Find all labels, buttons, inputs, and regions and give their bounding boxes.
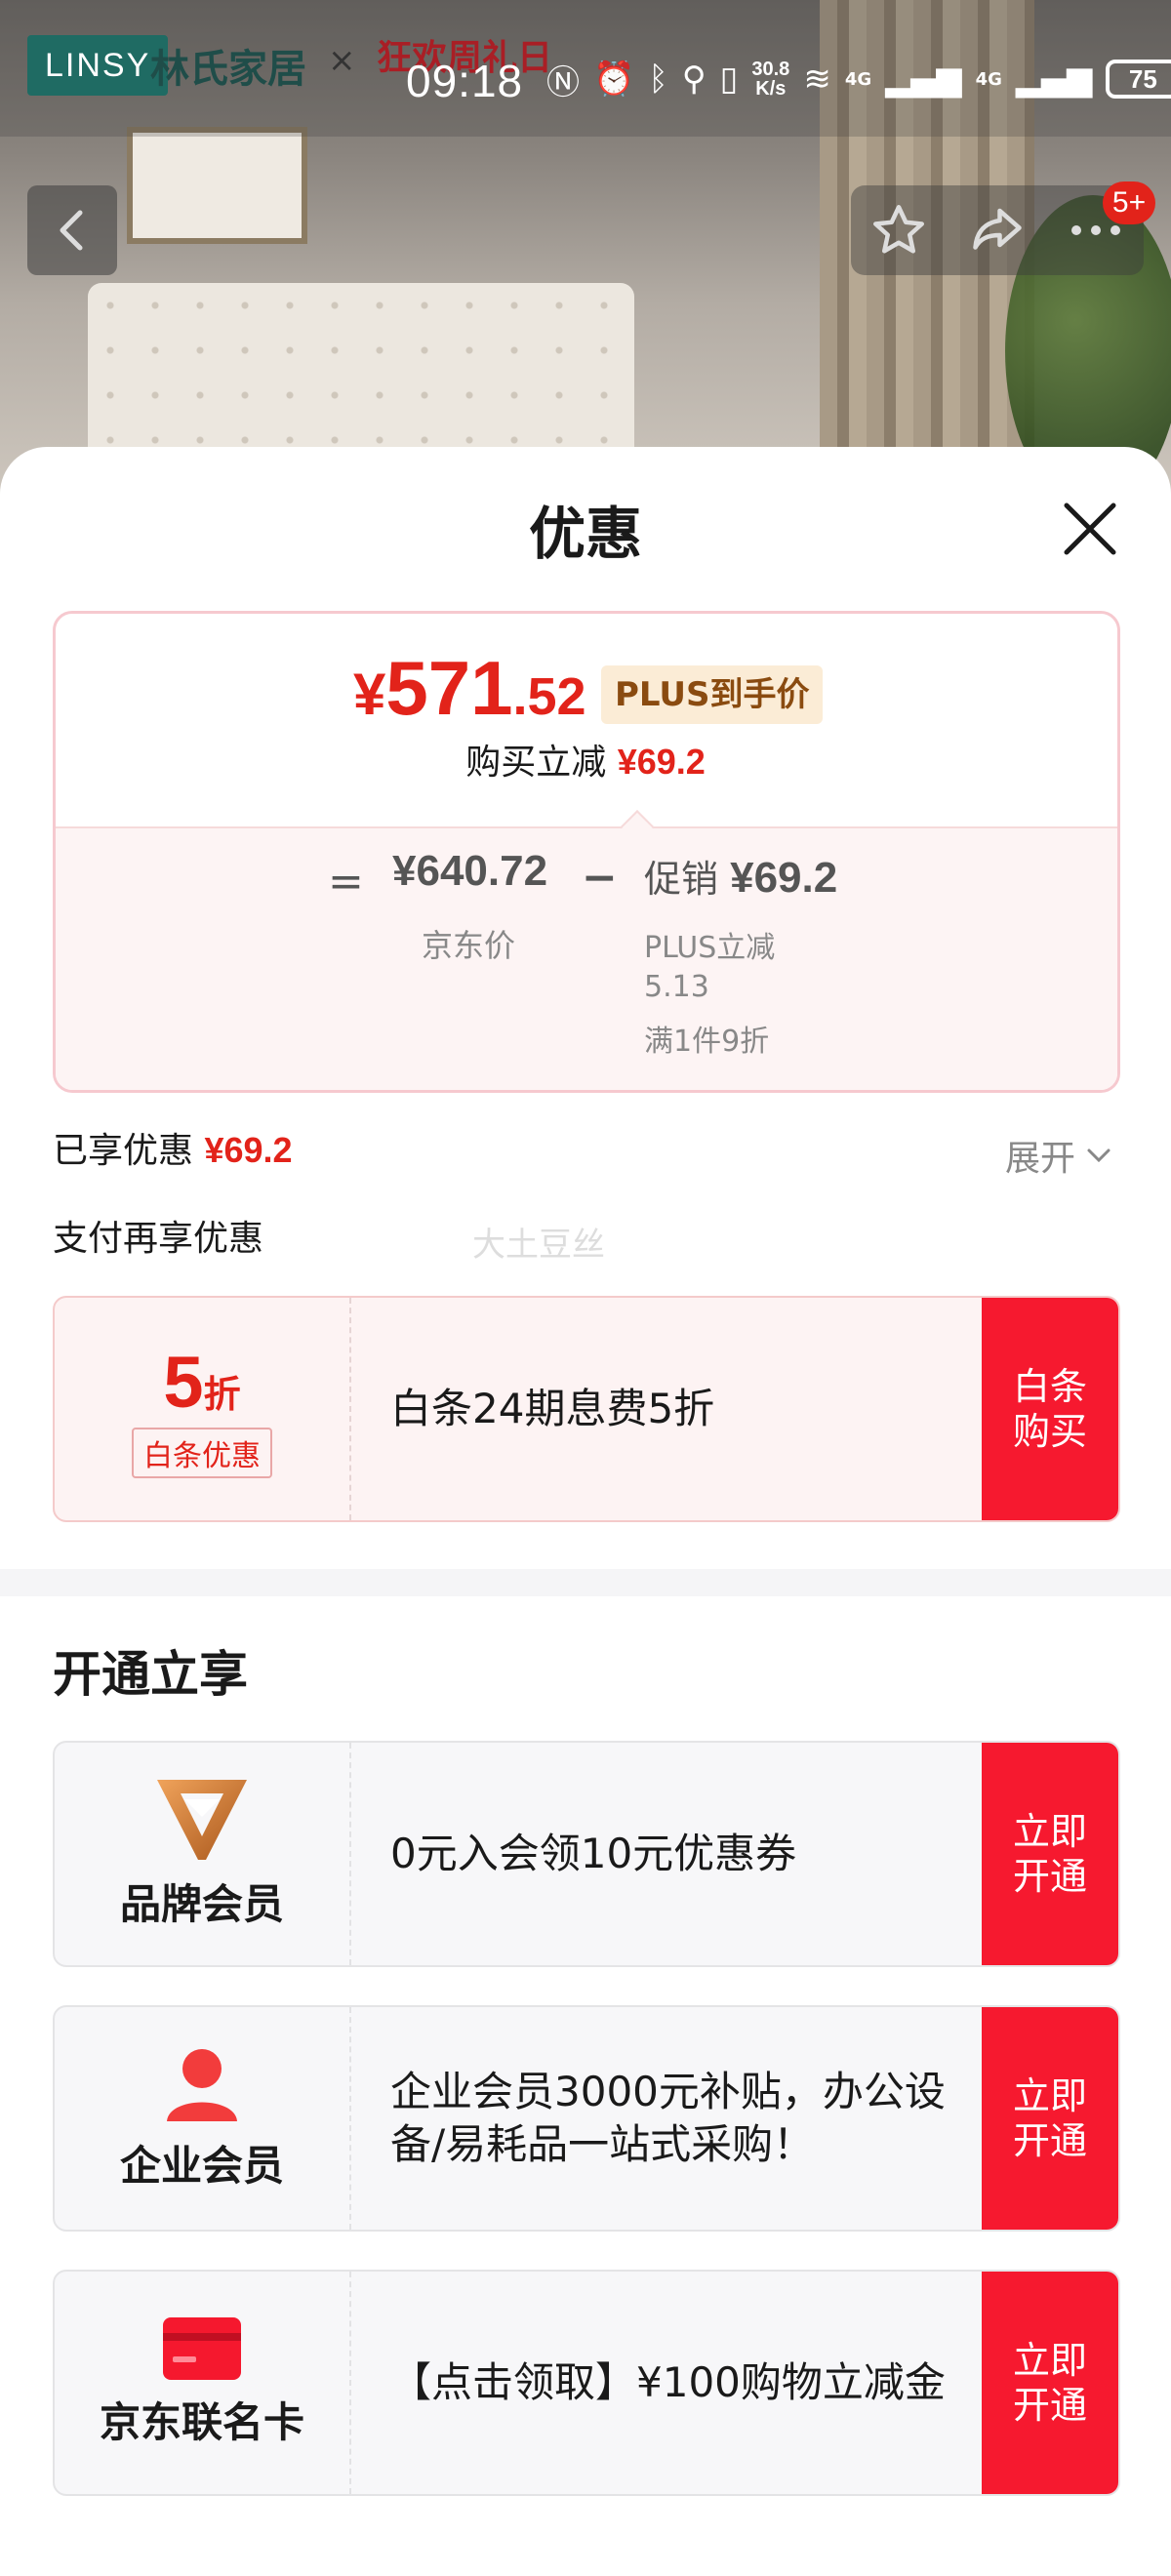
open-brand-member-button[interactable]: 立即 开通 xyxy=(982,1743,1118,1965)
alarm-icon: ⏰ xyxy=(593,60,635,99)
network-speed: 30.8 K/s xyxy=(751,60,789,99)
brand-v-icon xyxy=(157,1779,247,1860)
enjoyed-discount: 已享优惠 ¥69.2 xyxy=(53,1122,293,1173)
wifi-icon: ≋ xyxy=(803,60,831,99)
signal-1-label: 4G xyxy=(844,68,872,90)
card-description: 0元入会领10元优惠券 xyxy=(390,1830,797,1877)
brand-logo: LINSY xyxy=(27,35,169,96)
member-name: 京东联名卡 xyxy=(99,2397,304,2446)
status-icons: Ⓝ ⏰ ᛒ ⚲ ▯ 30.8 K/s ≋ 4G ▂▄▆ 4G ▂▄▆ 75 xyxy=(546,57,1171,102)
plus-price-tag: PLUS到手价 xyxy=(601,665,824,724)
star-icon[interactable] xyxy=(869,201,928,260)
brand-separator: × xyxy=(328,41,356,80)
brand-name: 林氏家居 xyxy=(150,47,306,92)
enjoyed-label: 已享优惠 xyxy=(53,1131,194,1171)
member-name: 品牌会员 xyxy=(119,1879,284,1928)
discount-unit: 折 xyxy=(203,1374,241,1416)
share-icon[interactable] xyxy=(966,201,1029,260)
watermark-text: 大土豆丝 xyxy=(472,1226,605,1265)
location-icon: ⚲ xyxy=(681,60,707,99)
enjoyed-amount: ¥69.2 xyxy=(204,1130,293,1170)
card-left: 企业会员 xyxy=(55,2007,351,2230)
coupon-description: 白条24期息费5折 xyxy=(390,1385,715,1432)
card-description: 【点击领取】¥100购物立减金 xyxy=(390,2358,946,2406)
close-icon[interactable] xyxy=(1059,498,1121,560)
signal-bars-1-icon: ▂▄▆ xyxy=(885,60,962,99)
reduce-label: 购买立减 xyxy=(465,743,607,783)
baitiao-tag: 白条优惠 xyxy=(132,1427,272,1478)
person-icon xyxy=(167,2048,237,2121)
price-breakdown-card xyxy=(53,611,1120,1093)
purchase-reduce-line: 购买立减 ¥69.2 xyxy=(0,734,1171,785)
discount-number: 5 xyxy=(163,1341,204,1423)
final-price: ¥571.52 xyxy=(353,644,586,733)
membership-section-title: 开通立享 xyxy=(53,1646,248,1703)
reduce-amount: ¥69.2 xyxy=(617,742,706,782)
promo-label: 促销 xyxy=(644,858,719,901)
jd-price-label: 京东价 xyxy=(422,927,516,964)
message-count-badge: 5+ xyxy=(1103,181,1155,224)
jd-cobrand-card[interactable]: 京东联名卡 【点击领取】¥100购物立减金 立即 开通 xyxy=(53,2270,1120,2496)
card-left: 京东联名卡 xyxy=(55,2272,351,2494)
vibrate-icon: ▯ xyxy=(719,60,739,99)
card-description: 企业会员3000元补贴，办公设备/易耗品一站式采购！ xyxy=(390,2068,946,2168)
promo-detail-plus: PLUS立减 5.13 xyxy=(644,929,775,1007)
coupon-left: 5折 白条优惠 xyxy=(55,1298,351,1520)
final-price-decimal: .52 xyxy=(512,667,586,726)
baitiao-buy-button[interactable]: 白条 购买 xyxy=(982,1298,1118,1520)
baitiao-coupon[interactable]: 5折 白条优惠 白条24期息费5折 白条 购买 xyxy=(53,1296,1120,1522)
jd-price-value: ¥640.72 xyxy=(392,847,548,895)
net-speed-value: 30.8 xyxy=(751,59,790,80)
chevron-down-icon xyxy=(1087,1148,1110,1163)
promo-plus-amount: 5.13 xyxy=(644,970,709,1004)
enterprise-member-card[interactable]: 企业会员 企业会员3000元补贴，办公设备/易耗品一站式采购！ 立即 开通 xyxy=(53,2005,1120,2232)
nfc-icon: Ⓝ xyxy=(546,62,580,102)
expand-label: 展开 xyxy=(1005,1139,1076,1179)
minus-sign: − xyxy=(582,853,618,903)
open-cobrand-card-button[interactable]: 立即 开通 xyxy=(982,2272,1118,2494)
back-button[interactable] xyxy=(27,185,117,275)
battery-indicator: 75 xyxy=(1106,60,1171,99)
pay-more-label: 支付再享优惠 xyxy=(53,1219,264,1259)
signal-2-label: 4G xyxy=(975,68,1002,90)
expand-button[interactable]: 展开 xyxy=(1005,1130,1112,1181)
section-divider xyxy=(0,1569,1171,1596)
signal-bars-2-icon: ▂▄▆ xyxy=(1015,60,1093,99)
promo-detail-discount: 满1件9折 xyxy=(644,1025,770,1059)
bluetooth-icon: ᛒ xyxy=(648,60,668,99)
equals-sign: = xyxy=(328,857,364,906)
member-name: 企业会员 xyxy=(119,2141,284,2190)
nav-actions xyxy=(851,185,1144,275)
final-price-integer: 571 xyxy=(385,645,513,731)
more-icon[interactable] xyxy=(1067,221,1125,240)
promo-line: 促销 ¥69.2 xyxy=(644,849,837,903)
net-speed-unit: K/s xyxy=(755,78,787,100)
wall-frame-image xyxy=(127,127,307,244)
final-price-currency: ¥ xyxy=(353,662,386,727)
card-icon xyxy=(163,2316,241,2380)
discount-value: 5折 xyxy=(163,1341,240,1424)
open-enterprise-member-button[interactable]: 立即 开通 xyxy=(982,2007,1118,2230)
status-time: 09:18 xyxy=(406,56,524,106)
brand-member-card[interactable]: 品牌会员 0元入会领10元优惠券 立即 开通 xyxy=(53,1741,1120,1967)
promo-amount: ¥69.2 xyxy=(730,854,838,902)
card-left: 品牌会员 xyxy=(55,1743,351,1965)
promo-plus-label: PLUS立减 xyxy=(644,931,776,965)
sheet-title: 优惠 xyxy=(528,501,642,567)
chevron-left-icon xyxy=(60,210,83,251)
